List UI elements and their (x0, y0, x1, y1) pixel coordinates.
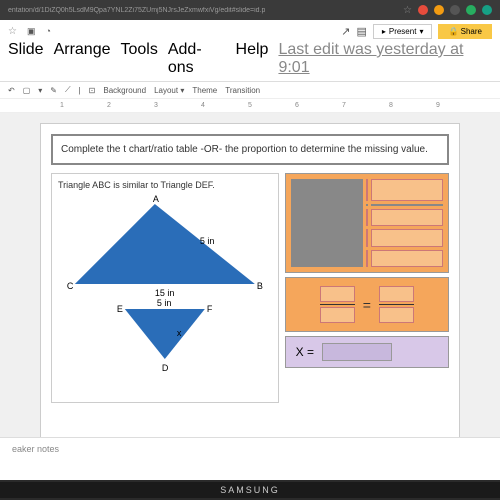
ext-icon-4[interactable] (466, 5, 476, 15)
browser-extension-icons: ☆ (403, 5, 492, 16)
ratio-cell-br2[interactable] (371, 229, 443, 246)
ratio-t-chart[interactable] (285, 173, 449, 273)
measure-ab: 5 in (200, 236, 215, 246)
horizontal-ruler: 1 2 3 4 5 6 7 8 9 (0, 99, 500, 113)
x-equals-label: X = (296, 345, 314, 359)
laptop-brand-label: SAMSUNG (0, 482, 500, 498)
answer-input-field[interactable] (322, 343, 392, 361)
triangles-svg: A C B 5 in 15 in E F D 5 in x (58, 194, 272, 374)
ratio-cell-bl2[interactable] (366, 229, 368, 246)
share-button[interactable]: 🔒 Share (438, 24, 492, 39)
label-d: D (162, 363, 169, 373)
ratio-cell-bl1[interactable] (366, 209, 368, 226)
comment-icon[interactable]: ▤ (356, 25, 366, 38)
menu-help[interactable]: Help (236, 41, 269, 77)
ratio-vertical-divider (291, 179, 363, 267)
label-c: C (67, 281, 74, 291)
frac-left-num[interactable] (320, 286, 355, 302)
ratio-horizontal-divider-2 (371, 204, 443, 206)
triangle-abc (75, 204, 255, 284)
doc-star-icon[interactable]: ☆ (8, 26, 17, 37)
ratio-cell-tl[interactable] (366, 179, 368, 201)
instruction-text[interactable]: Complete the t chart/ratio table -OR- th… (51, 134, 449, 165)
ratio-cell-br1[interactable] (371, 209, 443, 226)
toolbar-theme[interactable]: Theme (192, 86, 217, 95)
label-b: B (257, 281, 263, 291)
proportion-box[interactable]: = (285, 277, 449, 332)
zoom-icon[interactable]: ⟋ (65, 85, 71, 95)
slide-content[interactable]: Complete the t chart/ratio table -OR- th… (40, 123, 460, 443)
label-e: E (117, 304, 123, 314)
bookmark-star-icon[interactable]: ☆ (403, 5, 412, 16)
ratio-cell-bl3[interactable] (366, 250, 368, 267)
triangle-def (125, 309, 205, 359)
ext-icon-5[interactable] (482, 5, 492, 15)
frac-left-den[interactable] (320, 307, 355, 323)
toolbar-layout[interactable]: Layout ▾ (154, 86, 184, 95)
label-a: A (153, 194, 159, 204)
measure-ef: 5 in (157, 298, 172, 308)
slide-canvas-area[interactable]: Complete the t chart/ratio table -OR- th… (0, 113, 500, 453)
toolbar-transition[interactable]: Transition (225, 86, 260, 95)
work-area-panel: = X = (285, 173, 449, 403)
paint-icon[interactable]: ✎ (50, 86, 57, 95)
ratio-cell-tr[interactable] (371, 179, 443, 201)
ext-icon-1[interactable] (418, 5, 428, 15)
ext-icon-2[interactable] (434, 5, 444, 15)
browser-address-bar: entation/d/1DiZQ0h5LsdM9Qpa7YNL2Zi75ZUmj… (0, 0, 500, 20)
similarity-statement: Triangle ABC is similar to Triangle DEF. (58, 180, 272, 190)
redo-icon[interactable]: ▢ (23, 86, 31, 95)
measure-cb: 15 in (155, 288, 175, 298)
print-icon[interactable]: ▾ (38, 86, 42, 95)
label-f: F (207, 304, 213, 314)
menu-arrange[interactable]: Arrange (54, 41, 111, 77)
ratio-cell-br3[interactable] (371, 250, 443, 267)
menu-addons[interactable]: Add-ons (168, 41, 226, 77)
cloud-icon[interactable]: ▣ (27, 26, 36, 37)
triangle-diagram-panel[interactable]: Triangle ABC is similar to Triangle DEF.… (51, 173, 279, 403)
toolbar-background[interactable]: Background (103, 86, 146, 95)
slides-app-window: ☆ ▣ ◔ ↗ ▤ ▸ Present ▾ 🔒 Share Slide Arra… (0, 20, 500, 480)
answer-box[interactable]: X = (285, 336, 449, 368)
toolbar: ↶ ▢ ▾ ✎ ⟋ | ⊡ Background Layout ▾ Theme … (0, 82, 500, 99)
frac-right-num[interactable] (379, 286, 414, 302)
last-edit-text[interactable]: Last edit was yesterday at 9:01 (278, 41, 492, 77)
menu-tools[interactable]: Tools (121, 41, 158, 77)
menu-bar: ☆ ▣ ◔ (8, 26, 51, 37)
present-button[interactable]: ▸ Present ▾ (373, 24, 433, 39)
textbox-icon[interactable]: ⊡ (89, 86, 96, 95)
url-text: entation/d/1DiZQ0h5LsdM9Qpa7YNL2Zi75ZUmj… (8, 7, 265, 14)
undo-icon[interactable]: ↶ (8, 86, 15, 95)
equals-sign: = (363, 297, 371, 313)
speaker-notes-area[interactable]: eaker notes (0, 437, 500, 460)
ext-icon-3[interactable] (450, 5, 460, 15)
measure-x: x (177, 328, 182, 338)
frac-right-den[interactable] (379, 307, 414, 323)
menu-slide[interactable]: Slide (8, 41, 44, 77)
ratio-horizontal-divider (366, 204, 368, 206)
drive-icon[interactable]: ◔ (45, 26, 50, 37)
app-header: ☆ ▣ ◔ ↗ ▤ ▸ Present ▾ 🔒 Share Slide Arra… (0, 20, 500, 82)
fraction-right (379, 286, 414, 323)
fraction-left (320, 286, 355, 323)
trend-icon[interactable]: ↗ (341, 25, 350, 38)
